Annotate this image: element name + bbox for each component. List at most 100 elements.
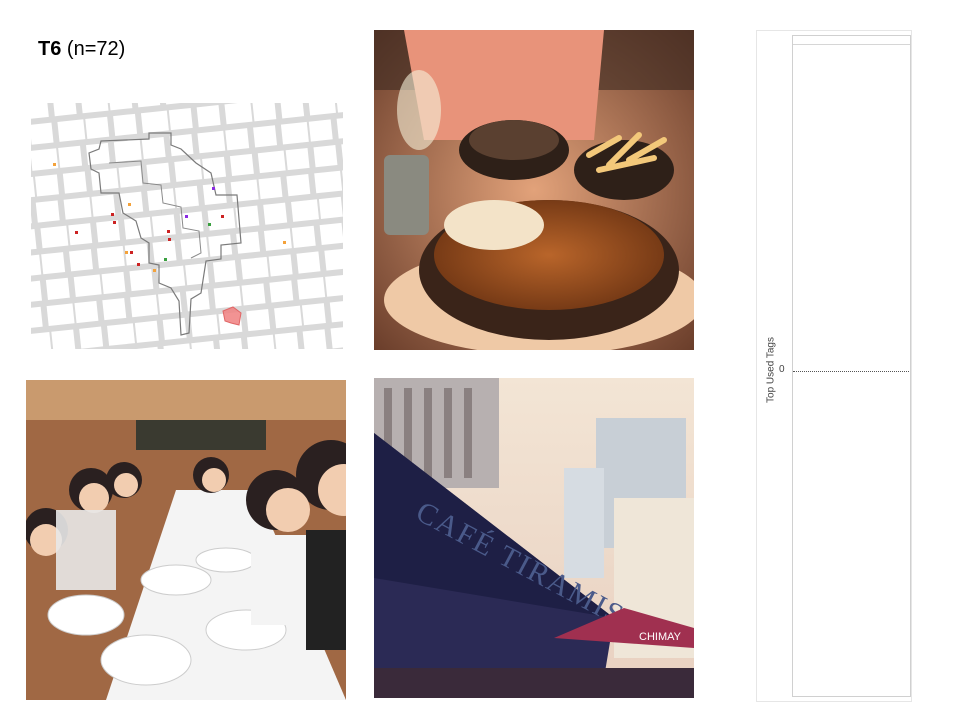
map-block	[285, 147, 310, 171]
map-block	[96, 245, 125, 269]
map-block	[35, 200, 60, 223]
map-point-marker	[168, 238, 171, 241]
map-block	[229, 153, 254, 177]
map-block	[51, 329, 76, 349]
map-block	[169, 134, 194, 157]
map-block	[73, 274, 102, 298]
map-block	[69, 249, 93, 272]
map-block	[280, 103, 305, 119]
map-point-marker	[221, 215, 224, 218]
panel-title: T6 (n=72)	[38, 38, 125, 61]
map-block	[280, 121, 309, 145]
map-block	[58, 145, 83, 168]
map-point-marker	[113, 221, 116, 224]
map-point-marker	[208, 223, 211, 226]
map-block	[113, 113, 138, 137]
map-point-marker	[212, 187, 215, 190]
map-block	[302, 329, 327, 349]
map-block	[274, 305, 303, 329]
street-map	[31, 103, 343, 349]
map-point-marker	[75, 231, 78, 234]
plot-top-gridline	[793, 44, 910, 45]
map-block	[253, 125, 278, 148]
map-point-marker	[125, 251, 128, 254]
map-point-marker	[167, 230, 170, 233]
map-block	[130, 294, 159, 318]
map-block	[31, 331, 52, 349]
map-block	[74, 300, 99, 324]
map-block	[40, 225, 69, 249]
map-block	[174, 159, 203, 182]
map-block	[291, 199, 320, 222]
map-block	[162, 317, 187, 340]
map-block	[258, 176, 283, 200]
map-block	[241, 283, 266, 306]
map-point-marker	[111, 213, 114, 216]
map-point-marker	[128, 203, 131, 206]
map-point-marker	[283, 241, 286, 244]
map-block	[31, 306, 43, 329]
map-point-marker	[164, 258, 167, 261]
map-block	[141, 136, 166, 160]
map-block	[62, 171, 87, 194]
street-map-svg	[31, 103, 343, 349]
map-block	[35, 174, 59, 197]
map-block	[102, 297, 127, 321]
map-block	[263, 202, 288, 225]
map-block	[212, 260, 237, 283]
map-block	[79, 326, 104, 349]
map-block	[269, 280, 294, 303]
map-block	[174, 185, 199, 208]
map-block	[240, 256, 269, 280]
map-block	[31, 122, 54, 145]
map-block	[118, 165, 143, 188]
map-block	[45, 277, 70, 300]
map-block	[257, 150, 286, 174]
map-block	[252, 103, 277, 122]
photo-cafe: CAFÉ TIRAMISU CHIMAY	[374, 378, 694, 698]
map-point-marker	[53, 163, 56, 166]
title-id: T6	[38, 38, 62, 60]
title-n: (n=72)	[66, 38, 126, 60]
map-block	[313, 145, 338, 168]
map-block	[291, 225, 316, 248]
map-block	[157, 292, 182, 315]
map-point-marker	[153, 269, 156, 272]
map-block	[157, 265, 186, 289]
map-block	[230, 179, 259, 203]
map-block	[140, 110, 169, 134]
map-block	[57, 119, 86, 142]
map-block	[197, 130, 226, 154]
map-block	[185, 289, 210, 312]
map-block	[202, 156, 227, 179]
tags-chart-plot-area	[792, 35, 911, 697]
map-block	[124, 243, 149, 266]
map-block	[151, 214, 176, 237]
map-block	[314, 170, 343, 194]
map-block	[46, 303, 75, 327]
zero-baseline	[793, 371, 909, 372]
map-block	[63, 197, 92, 220]
map-block	[168, 107, 193, 131]
map-block	[31, 103, 49, 120]
map-block	[146, 162, 171, 185]
map-block	[101, 271, 126, 295]
map-block	[274, 332, 299, 349]
map-block	[329, 300, 343, 323]
map-block	[286, 174, 311, 197]
y-axis-title: Top Used Tags	[765, 337, 777, 403]
umbrella-text: CHIMAY	[639, 631, 682, 643]
map-block	[319, 222, 343, 246]
map-block	[179, 211, 204, 234]
map-point-marker	[137, 263, 140, 266]
map-block	[202, 182, 227, 206]
map-block	[190, 314, 219, 338]
y-tick-label: 0	[779, 364, 785, 375]
map-block	[330, 325, 343, 349]
map-block	[107, 323, 135, 346]
map-block	[52, 103, 77, 117]
map-block	[225, 128, 250, 151]
map-block	[324, 248, 343, 271]
map-block	[129, 268, 154, 292]
map-block	[224, 103, 253, 125]
